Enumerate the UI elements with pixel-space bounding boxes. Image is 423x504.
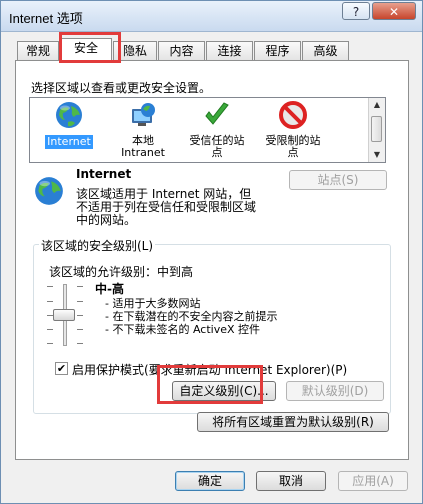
level-item: - 不下载未签名的 ActiveX 控件 [105, 323, 261, 336]
zone-title: Internet [76, 167, 132, 181]
tab-highlight-box [59, 32, 121, 63]
globe-icon [56, 102, 82, 128]
scroll-up-icon[interactable]: ▲ [369, 98, 385, 112]
zone-restricted-label: 受限制的站 点 [265, 134, 321, 159]
scroll-thumb[interactable] [371, 116, 382, 142]
zone-local-intranet[interactable]: 本地 Intranet [108, 100, 178, 159]
default-level-button[interactable]: 默认级别(D) [286, 381, 384, 401]
slider-tick [77, 329, 83, 330]
scroll-down-icon[interactable]: ▼ [369, 148, 385, 162]
slider-tick [77, 315, 83, 316]
cancel-button[interactable]: 取消 [256, 471, 326, 491]
slider-tick [47, 301, 53, 302]
zone-restricted-sites[interactable]: 受限制的站 点 [258, 100, 328, 159]
zone-intranet-label: 本地 Intranet [121, 134, 165, 159]
close-button[interactable]: ✕ [372, 2, 416, 20]
slider-tick [77, 286, 83, 287]
tab-general[interactable]: 常规 [17, 41, 59, 60]
help-button[interactable]: ? [342, 2, 370, 20]
protected-mode-checkbox[interactable]: ✔ [55, 362, 68, 375]
zone-internet-label: Internet [45, 135, 93, 149]
tab-content[interactable]: 内容 [158, 41, 205, 60]
zone-trusted-sites[interactable]: 受信任的站 点 [182, 100, 252, 159]
custom-level-highlight-box [157, 365, 263, 404]
slider-tick [47, 286, 53, 287]
internet-options-window: Internet 选项 ? ✕ 常规 安全 隐私 内容 连接 程序 高级 选择区… [0, 0, 423, 504]
security-level-slider-thumb[interactable] [53, 309, 75, 321]
tab-programs[interactable]: 程序 [254, 41, 301, 60]
zone-globe-icon [35, 177, 63, 205]
tab-connections[interactable]: 连接 [206, 41, 253, 60]
intranet-icon [132, 103, 155, 126]
zone-list-scrollbar[interactable]: ▲ ▼ [368, 98, 385, 162]
title-bar: Internet 选项 ? ✕ [1, 1, 422, 32]
security-level-label: 该区域的安全级别(L) [39, 237, 156, 254]
slider-tick [47, 343, 53, 344]
slider-tick [47, 329, 53, 330]
sites-button[interactable]: 站点(S) [289, 170, 387, 190]
allowed-level-text: 该区域的允许级别：中到高 [49, 265, 194, 279]
zone-list: Internet 本地 Intranet 受信任的站 点 受限制的站 点 ▲ ▼ [29, 97, 386, 163]
tab-advanced[interactable]: 高级 [302, 41, 349, 60]
apply-button[interactable]: 应用(A) [338, 471, 408, 491]
restricted-icon [279, 101, 307, 129]
zone-description-line3: 中的网站。 [76, 213, 137, 227]
zone-internet[interactable]: Internet [34, 100, 104, 149]
zone-trusted-label: 受信任的站 点 [189, 134, 245, 159]
reset-all-zones-button[interactable]: 将所有区域重置为默认级别(R) [197, 412, 389, 432]
slider-tick [77, 343, 83, 344]
zone-prompt: 选择区域以查看或更改安全设置。 [31, 81, 212, 95]
ok-button[interactable]: 确定 [175, 471, 245, 491]
window-title: Internet 选项 [9, 11, 83, 26]
check-icon [205, 102, 229, 125]
slider-tick [77, 301, 83, 302]
